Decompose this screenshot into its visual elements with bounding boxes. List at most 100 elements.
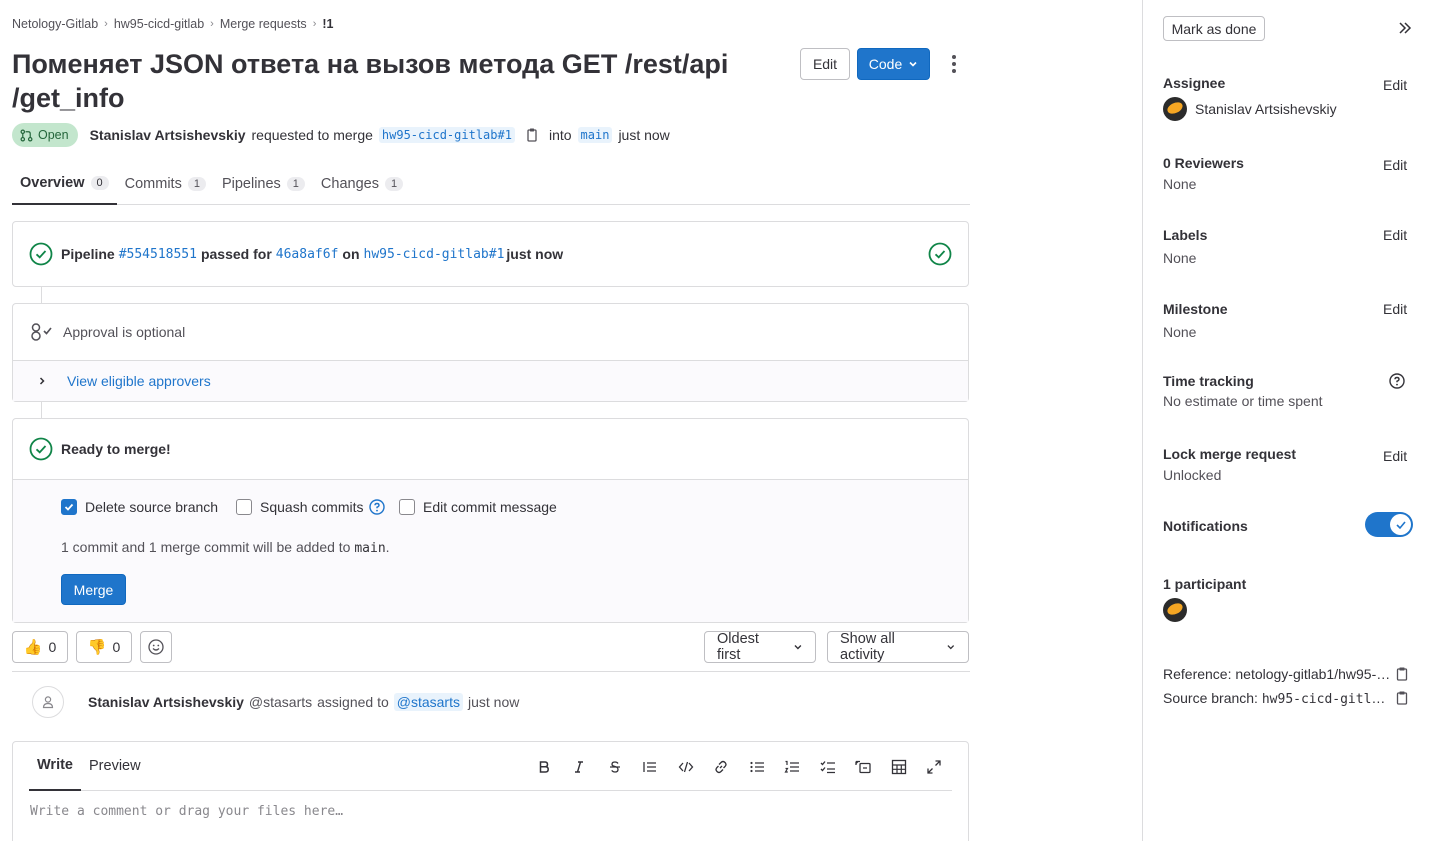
fullscreen-icon[interactable]: [917, 752, 953, 782]
breadcrumb-item-group[interactable]: Netology-Gitlab: [12, 17, 98, 31]
merge-note-prefix: 1 commit and 1 merge commit will be adde…: [61, 539, 351, 555]
note-action: assigned to: [317, 694, 389, 710]
source-branch-prefix: Source branch:: [1163, 690, 1262, 706]
tab-pipelines[interactable]: Pipelines 1: [214, 162, 313, 205]
view-eligible-approvers-link[interactable]: View eligible approvers: [67, 373, 211, 389]
pipeline-id-link[interactable]: #554518551: [119, 247, 197, 262]
chevron-down-icon: [794, 645, 802, 650]
collapsible-section-icon[interactable]: [846, 752, 882, 782]
reviewers-edit-link[interactable]: Edit: [1383, 157, 1407, 173]
chevron-right-icon: ›: [210, 18, 214, 30]
comment-textarea[interactable]: Write a comment or drag your files here…: [30, 804, 343, 819]
merge-request-meta: Open Stanislav Artsishevskiy requested t…: [12, 123, 670, 147]
tab-write[interactable]: Write: [29, 742, 81, 791]
mark-as-done-button[interactable]: Mark as done: [1163, 16, 1265, 41]
squash-commits-option[interactable]: Squash commits: [236, 499, 386, 515]
commit-sha-link[interactable]: 46a8af6f: [276, 247, 339, 262]
code-button-label: Code: [868, 56, 903, 72]
more-actions-icon[interactable]: [946, 52, 962, 76]
milestone-value: None: [1163, 324, 1197, 340]
thumbs-up-icon: 👍: [23, 639, 43, 656]
help-icon[interactable]: [1389, 373, 1405, 389]
target-branch-link[interactable]: main: [577, 127, 613, 143]
tab-overview[interactable]: Overview 0: [12, 162, 117, 205]
table-icon[interactable]: [881, 752, 917, 782]
merge-note-suffix: .: [385, 539, 390, 555]
delete-source-branch-option[interactable]: Delete source branch: [61, 499, 218, 515]
thumbs-down-count: 0: [112, 639, 121, 655]
lock-heading: Lock merge request: [1163, 446, 1297, 462]
bullet-list-icon[interactable]: [739, 752, 775, 782]
participant-avatar[interactable]: [1163, 598, 1187, 622]
pipeline-mini-status-icon[interactable]: [928, 242, 952, 266]
lock-edit-link[interactable]: Edit: [1383, 448, 1407, 464]
assignee-edit-link[interactable]: Edit: [1383, 77, 1407, 93]
merge-button[interactable]: Merge: [61, 574, 126, 605]
tab-commits[interactable]: Commits 1: [117, 162, 214, 205]
breadcrumb-item-current[interactable]: !1: [322, 17, 333, 31]
breadcrumb-item-project[interactable]: hw95-cicd-gitlab: [114, 17, 204, 31]
thumbs-down-button[interactable]: 👎 0: [76, 631, 132, 663]
help-icon[interactable]: [369, 499, 386, 515]
code-icon[interactable]: [668, 752, 704, 782]
bold-icon[interactable]: [526, 752, 562, 782]
eligible-approvers-row[interactable]: View eligible approvers: [13, 361, 968, 401]
italic-icon[interactable]: [562, 752, 598, 782]
approval-header: Approval is optional: [13, 304, 968, 361]
link-icon[interactable]: [704, 752, 740, 782]
author-name[interactable]: Stanislav Artsishevskiy: [90, 127, 246, 143]
strikethrough-icon[interactable]: [597, 752, 633, 782]
status-success-icon[interactable]: [29, 242, 53, 266]
copy-icon[interactable]: [1395, 690, 1409, 706]
tab-count: 1: [187, 176, 206, 191]
merge-note-branch: main: [354, 541, 386, 556]
edit-commit-message-option[interactable]: Edit commit message: [399, 499, 557, 515]
copy-icon[interactable]: [1395, 666, 1409, 682]
merge-widget: Ready to merge! Delete source branch Squ…: [12, 418, 969, 623]
page-title: Поменяет JSON ответа на вызов метода GET…: [12, 49, 729, 113]
pipeline-branch-link[interactable]: hw95-cicd-gitlab#1: [364, 247, 505, 262]
code-dropdown-button[interactable]: Code: [857, 48, 930, 80]
squash-commits-checkbox[interactable]: [236, 499, 252, 515]
note-mention[interactable]: @stasarts: [393, 693, 463, 711]
labels-edit-link[interactable]: Edit: [1383, 227, 1407, 243]
participants-heading: 1 participant: [1163, 576, 1247, 592]
tab-preview[interactable]: Preview: [81, 742, 149, 791]
note-time: just now: [467, 694, 520, 710]
tab-label: Changes: [320, 175, 379, 192]
sort-order-label: Oldest first: [717, 631, 759, 663]
numbered-list-icon[interactable]: [775, 752, 811, 782]
merge-widget-header: Ready to merge!: [13, 419, 968, 480]
approval-status-text: Approval is optional: [63, 324, 186, 340]
approval-widget: Approval is optional View eligible appro…: [12, 303, 969, 402]
edit-commit-message-checkbox[interactable]: [399, 499, 415, 515]
activity-filter-dropdown[interactable]: Show all activity: [827, 631, 969, 663]
notifications-toggle[interactable]: [1365, 512, 1413, 537]
add-reaction-button[interactable]: [140, 631, 172, 663]
collapse-sidebar-icon[interactable]: [1395, 18, 1415, 38]
task-list-icon[interactable]: [810, 752, 846, 782]
copy-icon[interactable]: [525, 127, 539, 143]
chevron-right-icon[interactable]: [37, 376, 47, 386]
requested-text: requested to merge: [251, 127, 373, 143]
comment-editor: Write Preview Write a comment or drag yo…: [12, 741, 969, 841]
labels-heading: Labels: [1163, 227, 1208, 243]
assignee-row[interactable]: Stanislav Artsishevskiy: [1163, 97, 1337, 121]
sort-order-dropdown[interactable]: Oldest first: [704, 631, 816, 663]
quote-icon[interactable]: [633, 752, 669, 782]
note-author[interactable]: Stanislav Artsishevskiy: [88, 694, 244, 710]
assignee-heading: Assignee: [1163, 75, 1226, 91]
breadcrumb: Netology-Gitlab › hw95-cicd-gitlab › Mer…: [12, 17, 333, 31]
labels-value: None: [1163, 250, 1197, 266]
tab-changes[interactable]: Changes 1: [313, 162, 411, 205]
thumbs-up-button[interactable]: 👍 0: [12, 631, 68, 663]
status-success-icon: [29, 437, 53, 461]
source-branch-link[interactable]: hw95-cicd-gitlab#1: [378, 127, 515, 143]
breadcrumb-item-merge-requests[interactable]: Merge requests: [220, 17, 307, 31]
edit-button[interactable]: Edit: [800, 48, 850, 80]
note-author-handle[interactable]: @stasarts: [249, 694, 312, 710]
tab-count: 1: [384, 176, 404, 191]
milestone-edit-link[interactable]: Edit: [1383, 301, 1407, 317]
widget-connector: [41, 402, 42, 418]
delete-source-branch-checkbox[interactable]: [61, 499, 77, 515]
